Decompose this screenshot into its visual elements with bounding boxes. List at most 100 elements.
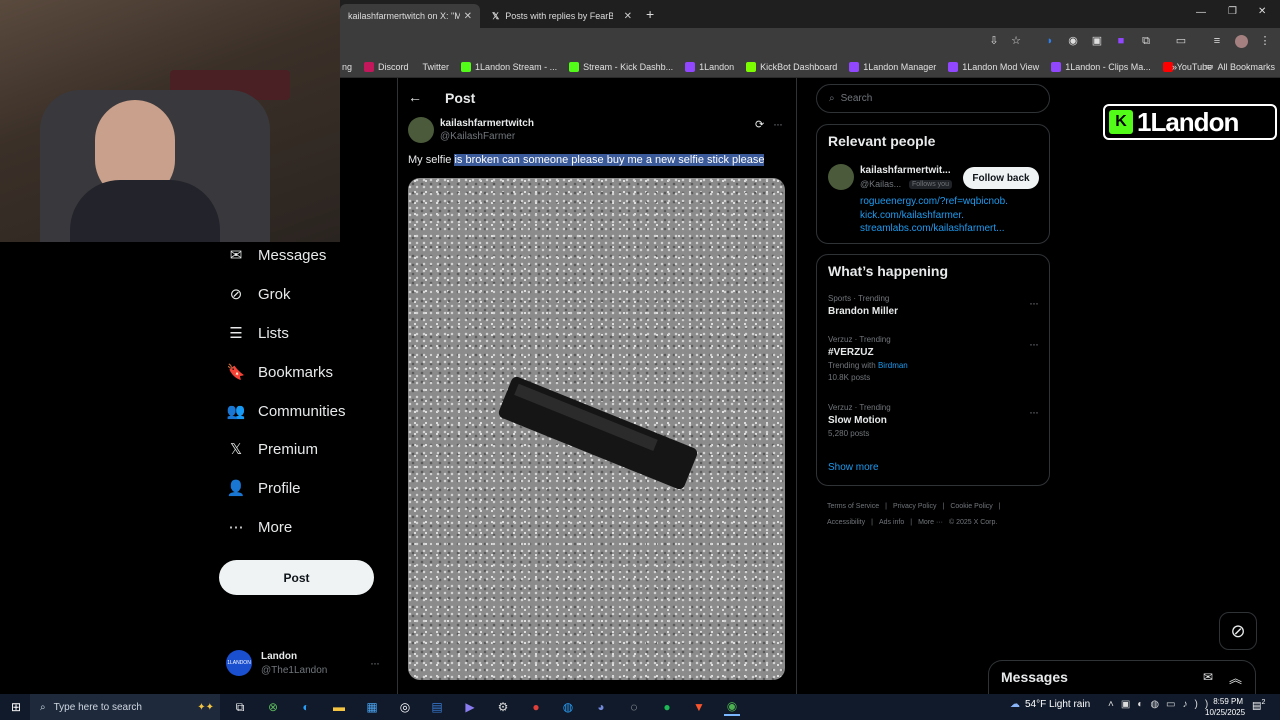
bookmark-item[interactable]: 1Landon Mod View [948, 61, 1039, 72]
trend-item[interactable]: Verzuz · Trending Slow Motion 5,280 posts ·… [828, 403, 1039, 438]
footer-link[interactable]: Ads info [879, 519, 904, 526]
bookmarks-overflow[interactable]: » [1172, 62, 1177, 72]
bookmark-item[interactable]: 1Landon [685, 61, 734, 72]
account-more-icon[interactable]: ··· [370, 656, 380, 670]
nav-item-lists[interactable]: ☰ Lists [226, 318, 289, 348]
grok-float-icon[interactable]: ⊘ [1219, 612, 1257, 650]
windows-start-icon[interactable]: ⊞ [8, 698, 24, 716]
post-more-icon[interactable]: ··· [773, 117, 783, 131]
bookmark-item[interactable]: ng [340, 62, 352, 72]
file-explorer-icon[interactable]: ▬ [331, 698, 347, 716]
media-player-icon[interactable]: ▶ [462, 698, 478, 716]
trend-more-icon[interactable]: ··· [1029, 405, 1039, 419]
bookmark-item[interactable]: KickBot Dashboard [746, 61, 837, 72]
nav-item-profile[interactable]: 👤 Profile [226, 473, 301, 503]
minimize-icon[interactable]: — [1196, 7, 1206, 18]
puzzle-icon[interactable]: ⧉ [1139, 34, 1153, 48]
notification-icon[interactable]: ▤2 [1252, 699, 1265, 711]
author-avatar[interactable] [408, 117, 434, 143]
extension-icon[interactable]: ▣ [1090, 34, 1104, 48]
post-text-selected: is broken can someone please buy me a ne… [454, 154, 765, 166]
search-input[interactable]: ⌕ Search [816, 84, 1050, 113]
grok-icon[interactable]: ⟳ [755, 118, 764, 131]
extension-icon[interactable]: ◗ [1043, 34, 1057, 48]
obs-icon[interactable]: ◎ [397, 698, 413, 716]
restore-icon[interactable]: ❐ [1228, 6, 1237, 17]
trend-more-icon[interactable]: ··· [1029, 337, 1039, 351]
follow-back-button[interactable]: Follow back [963, 167, 1039, 189]
tab-close-icon[interactable]: ✕ [464, 11, 472, 22]
relevant-name[interactable]: kailashfarmertwit... [860, 165, 951, 176]
bio-link[interactable]: rogueenergy.com/?ref=wqbicnob. [860, 195, 1008, 209]
nav-item-premium[interactable]: 𝕏 Premium [226, 434, 318, 464]
task-view-icon[interactable]: ⧉ [232, 698, 248, 716]
bio-link[interactable]: streamlabs.com/kailashfarmert... [860, 222, 1008, 236]
relevant-avatar[interactable] [828, 164, 854, 190]
system-tray-icons[interactable]: ˄▣◐◍▭♪)) [1108, 699, 1215, 710]
discord-icon[interactable]: ◕ [593, 698, 609, 716]
spotify-icon[interactable]: ● [659, 698, 675, 716]
footer-link[interactable]: © 2025 X Corp. [949, 519, 997, 526]
bookmark-item[interactable]: Twitter [421, 62, 450, 72]
nav-item-communities[interactable]: 👥 Communities [226, 396, 346, 426]
chrome-icon[interactable]: ◉ [724, 698, 740, 716]
taskbar-search[interactable]: ⌕ Type here to search ✦✦ [30, 694, 220, 720]
new-tab-button[interactable]: + [646, 6, 654, 22]
relevant-handle[interactable]: @Kailas... [860, 179, 901, 189]
bookmark-item[interactable]: 1Landon Manager [849, 61, 936, 72]
bookmark-item[interactable]: Stream - Kick Dashb... [569, 61, 673, 72]
tab-close-icon[interactable]: ✕ [624, 11, 632, 22]
weather-widget[interactable]: ☁ 54°F Light rain [1010, 699, 1090, 710]
post-photo[interactable] [408, 178, 785, 680]
calculator-icon[interactable]: ▤ [429, 698, 445, 716]
back-arrow-icon[interactable]: ← [408, 89, 422, 105]
trend-more-icon[interactable]: ··· [1029, 296, 1039, 310]
close-window-icon[interactable]: ✕ [1258, 6, 1266, 17]
bio-link[interactable]: kick.com/kailashfarmer. [860, 209, 1008, 223]
sidepanel-icon[interactable]: ▭ [1174, 34, 1188, 48]
nav-item-messages[interactable]: ✉ Messages [226, 240, 327, 270]
footer-link[interactable]: Privacy Policy [893, 503, 937, 510]
bookmark-item[interactable]: 1Landon Stream - ... [461, 61, 557, 72]
tab-inactive[interactable]: 𝕏 Posts with replies by FearBuck ( ✕ [484, 4, 640, 28]
bookmark-item[interactable]: Discord [364, 61, 409, 72]
new-message-icon[interactable]: ✉ [1203, 670, 1213, 684]
brave-icon[interactable]: ▼ [691, 698, 707, 716]
tab-search-icon[interactable]: ≡ [1210, 34, 1224, 48]
install-icon[interactable]: ⇩ [987, 34, 1001, 48]
settings-gear-icon[interactable]: ⚙ [495, 698, 511, 716]
app-icon[interactable]: ◌ [626, 698, 642, 716]
footer-link[interactable]: Accessibility [827, 519, 865, 526]
tab-active[interactable]: kailashfarmertwitch on X: "My s ✕ [340, 4, 480, 28]
trend-item[interactable]: Sports · Trending Brandon Miller ··· [828, 294, 1039, 317]
post-button[interactable]: Post [219, 560, 374, 595]
star-icon[interactable]: ☆ [1009, 34, 1023, 48]
account-avatar[interactable]: 1LANDON [226, 650, 252, 676]
profile-avatar[interactable] [1235, 35, 1248, 48]
edge-icon[interactable]: ◐ [298, 698, 314, 716]
extension-icon[interactable]: ◉ [1066, 34, 1080, 48]
footer-link[interactable]: Cookie Policy [950, 503, 992, 510]
nav-item-bookmarks[interactable]: 🔖 Bookmarks [226, 357, 333, 387]
app-icon[interactable]: ● [528, 698, 544, 716]
xbox-icon[interactable]: ⊗ [265, 698, 281, 716]
bookmark-item[interactable]: 1Landon - Clips Ma... [1051, 61, 1151, 72]
clock[interactable]: 8:59 PM 10/25/2025 [1205, 696, 1245, 718]
twitch-extension-icon[interactable]: ■ [1114, 34, 1128, 48]
nav-item-grok[interactable]: ⊘ Grok [226, 279, 291, 309]
bookmark-favicon-icon [746, 61, 757, 72]
store-icon[interactable]: ▦ [364, 698, 380, 716]
footer-link[interactable]: Terms of Service [827, 503, 879, 510]
all-bookmarks-button[interactable]: ▭ All Bookmarks [1205, 61, 1275, 72]
kebab-menu-icon[interactable]: ⋮ [1258, 34, 1272, 48]
author-handle[interactable]: @KailashFarmer [440, 131, 515, 142]
expand-icon[interactable]: ︽ [1229, 668, 1242, 687]
author-name[interactable]: kailashfarmertwitch [440, 118, 534, 129]
trend-item[interactable]: Verzuz · Trending #VERZUZ Trending with Bi… [828, 335, 1039, 382]
footer-link[interactable]: More ··· [918, 519, 943, 526]
messages-drawer[interactable]: Messages ✉ ︽ [988, 660, 1256, 694]
trend-context-link[interactable]: Birdman [878, 361, 908, 370]
nav-item-more[interactable]: ⋯ More [226, 512, 293, 542]
show-more-link[interactable]: Show more [828, 462, 879, 473]
app-icon[interactable]: ◍ [560, 698, 576, 716]
